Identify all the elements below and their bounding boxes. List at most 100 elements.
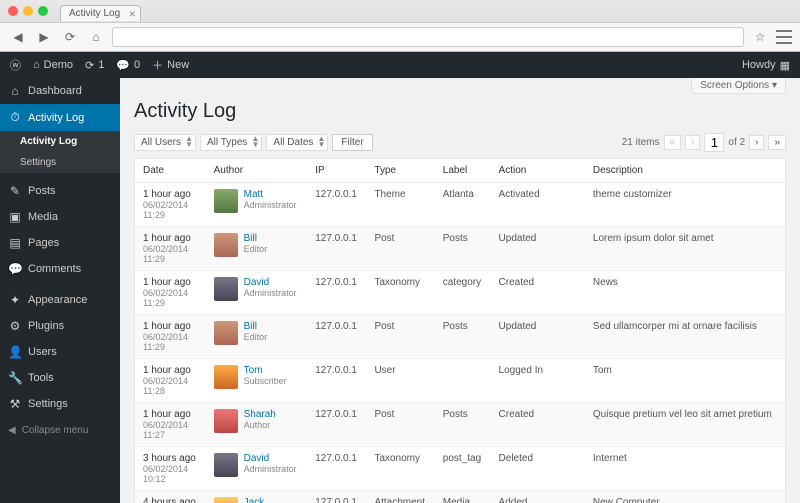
author-role: Subscriber: [244, 376, 287, 386]
cell-author: TomSubscriber: [206, 359, 308, 403]
table-header-row: Date Author IP Type Label Action Descrip…: [135, 159, 786, 183]
author-link[interactable]: Matt: [244, 189, 297, 200]
col-description[interactable]: Description: [585, 159, 786, 183]
site-name-link[interactable]: ⌂ Demo: [33, 59, 73, 71]
author-role: Administrator: [244, 464, 297, 474]
author-link[interactable]: Bill: [244, 321, 268, 332]
first-page-button[interactable]: «: [664, 135, 682, 150]
collapse-menu-button[interactable]: ◀Collapse menu: [0, 417, 120, 444]
new-label: New: [167, 59, 189, 71]
cell-ip: 127.0.0.1: [307, 447, 366, 491]
cell-date: 3 hours ago06/02/201410:12: [135, 447, 206, 491]
avatar: [214, 365, 238, 389]
close-tab-icon[interactable]: ✕: [129, 9, 137, 20]
cell-ip: 127.0.0.1: [307, 315, 366, 359]
home-button[interactable]: ⌂: [86, 28, 106, 46]
url-bar[interactable]: [112, 27, 744, 47]
sidebar-item-activity-log[interactable]: ⏱Activity Log: [0, 104, 120, 131]
cell-label: post_tag: [435, 447, 491, 491]
author-link[interactable]: David: [244, 453, 297, 464]
admin-sidebar: ⌂Dashboard⏱Activity LogActivity LogSetti…: [0, 78, 120, 503]
new-content-link[interactable]: ＋ New: [152, 57, 189, 73]
table-row: 1 hour ago06/02/201411:29 MattAdministrat…: [135, 183, 786, 227]
filter-users-select[interactable]: All Users ▲▼: [134, 134, 196, 151]
maximize-window-button[interactable]: [38, 6, 48, 16]
cell-date: 4 hours ago06/02/201409:03: [135, 491, 206, 503]
cell-description: Internet: [585, 447, 786, 491]
last-page-button[interactable]: »: [768, 135, 786, 150]
sidebar-item-settings[interactable]: ⚒Settings: [0, 391, 120, 417]
col-type[interactable]: Type: [366, 159, 434, 183]
author-link[interactable]: Jack: [244, 497, 268, 503]
forward-button[interactable]: ▶: [34, 28, 54, 46]
current-page-input[interactable]: [704, 133, 724, 152]
menu-label: Pages: [28, 237, 59, 249]
filter-button[interactable]: Filter: [332, 134, 372, 151]
table-row: 1 hour ago06/02/201411:27SharahAuthor127…: [135, 403, 786, 447]
author-link[interactable]: Bill: [244, 233, 268, 244]
menu-icon: ✦: [8, 293, 22, 307]
back-button[interactable]: ◀: [8, 28, 28, 46]
menu-label: Comments: [28, 263, 81, 275]
close-window-button[interactable]: [8, 6, 18, 16]
comments-link[interactable]: 💬 0: [116, 59, 140, 72]
cell-date: 1 hour ago06/02/201411:29: [135, 183, 206, 227]
menu-icon: ⚙: [8, 319, 22, 333]
sidebar-item-users[interactable]: 👤Users: [0, 339, 120, 365]
cell-description: theme customizer: [585, 183, 786, 227]
table-row: 1 hour ago06/02/201411:29BillEditor127.0…: [135, 227, 786, 271]
wp-logo-icon[interactable]: ⓦ: [10, 57, 21, 73]
sidebar-subitem-activity-log[interactable]: Activity Log: [0, 131, 120, 152]
cell-author: BillEditor: [206, 315, 308, 359]
author-link[interactable]: David: [244, 277, 297, 288]
next-page-button[interactable]: ›: [749, 135, 764, 150]
author-link[interactable]: Tom: [244, 365, 287, 376]
avatar: [214, 453, 238, 477]
cell-date: 1 hour ago06/02/201411:29: [135, 271, 206, 315]
author-role: Editor: [244, 244, 268, 254]
sidebar-item-posts[interactable]: ✎Posts: [0, 178, 120, 204]
howdy-link[interactable]: Howdy ▦: [742, 59, 790, 72]
cell-label: Media: [435, 491, 491, 503]
filter-types-select[interactable]: All Types ▲▼: [200, 134, 262, 151]
browser-chrome: Activity Log ✕ ◀ ▶ ⟳ ⌂ ☆: [0, 0, 800, 52]
author-role: Administrator: [244, 200, 297, 210]
table-row: 3 hours ago06/02/201410:12 DavidAdministr…: [135, 447, 786, 491]
cell-type: Post: [366, 315, 434, 359]
sidebar-subitem-settings[interactable]: Settings: [0, 152, 120, 173]
cell-label: Posts: [435, 227, 491, 271]
col-action[interactable]: Action: [491, 159, 585, 183]
sidebar-item-dashboard[interactable]: ⌂Dashboard: [0, 78, 120, 104]
cell-date: 1 hour ago06/02/201411:29: [135, 315, 206, 359]
minimize-window-button[interactable]: [23, 6, 33, 16]
menu-icon: ▣: [8, 210, 22, 224]
updates-link[interactable]: ⟳ 1: [85, 59, 104, 72]
sidebar-item-media[interactable]: ▣Media: [0, 204, 120, 230]
pagination: 21 items « ‹ of 2 › »: [622, 133, 786, 152]
browser-tab[interactable]: Activity Log ✕: [60, 5, 141, 21]
col-label[interactable]: Label: [435, 159, 491, 183]
col-author[interactable]: Author: [206, 159, 308, 183]
col-date[interactable]: Date: [135, 159, 206, 183]
browser-menu-icon[interactable]: [776, 30, 792, 44]
sidebar-item-comments[interactable]: 💬Comments: [0, 256, 120, 282]
sidebar-item-plugins[interactable]: ⚙Plugins: [0, 313, 120, 339]
screen-options-toggle[interactable]: Screen Options ▾: [691, 78, 786, 94]
cell-type: Theme: [366, 183, 434, 227]
sidebar-item-tools[interactable]: 🔧Tools: [0, 365, 120, 391]
reload-button[interactable]: ⟳: [60, 28, 80, 46]
author-link[interactable]: Sharah: [244, 409, 276, 420]
cell-label: category: [435, 271, 491, 315]
filter-dates-select[interactable]: All Dates ▲▼: [266, 134, 328, 151]
menu-label: Settings: [28, 398, 68, 410]
bookmark-button[interactable]: ☆: [750, 28, 770, 46]
menu-label: Activity Log: [28, 112, 84, 124]
collapse-label: Collapse menu: [22, 425, 89, 436]
sidebar-item-pages[interactable]: ▤Pages: [0, 230, 120, 256]
col-ip[interactable]: IP: [307, 159, 366, 183]
cell-description: Sed ullamcorper mi at ornare facilisis: [585, 315, 786, 359]
cell-date: 1 hour ago06/02/201411:27: [135, 403, 206, 447]
prev-page-button[interactable]: ‹: [685, 135, 700, 150]
cell-author: SharahAuthor: [206, 403, 308, 447]
sidebar-item-appearance[interactable]: ✦Appearance: [0, 287, 120, 313]
